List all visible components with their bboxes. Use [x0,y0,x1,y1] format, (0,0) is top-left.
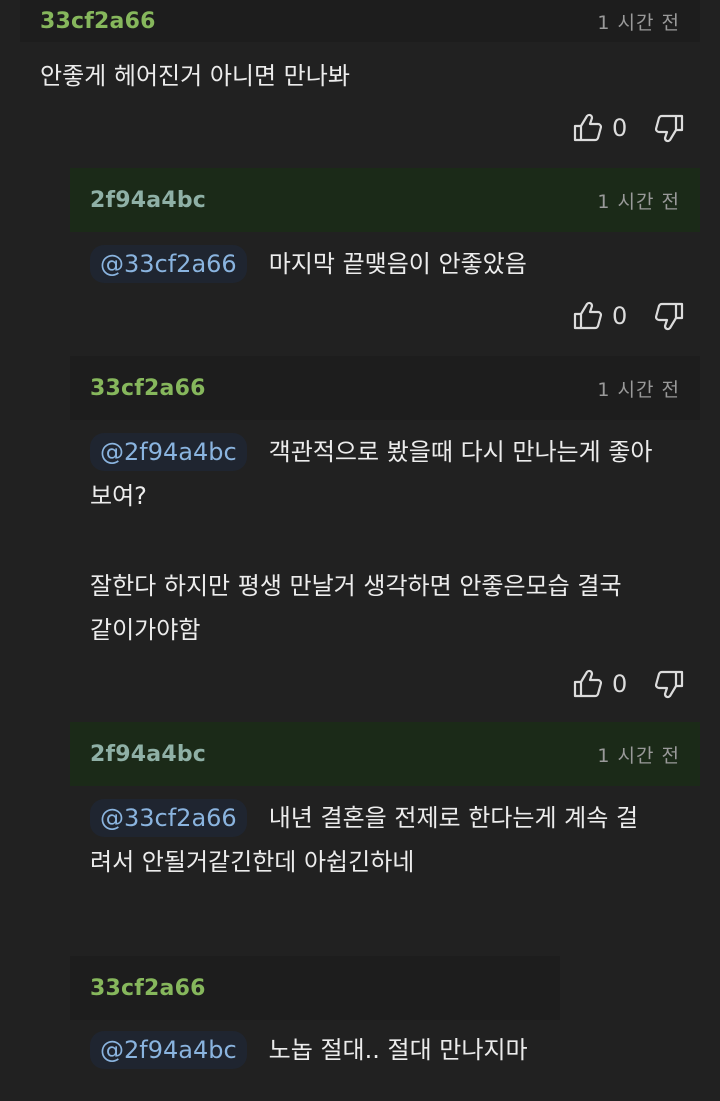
like-count: 0 [612,670,628,698]
mention-tag[interactable]: @33cf2a66 [90,799,247,837]
comment-header: 2f94a4bc 1 시간 전 [70,168,700,232]
comment-time: 1 시간 전 [597,190,680,213]
comment-header: 2f94a4bc 1 시간 전 [70,722,700,786]
comment-body: 노놉 절대.. 절대 만나지마 [268,1036,528,1064]
thumbs-down-icon[interactable] [655,668,685,700]
comment-text-cont: 보여? [90,482,147,510]
comment-text-para2: 잘한다 하지만 평생 만날거 생각하면 안좋은모습 결국 [90,572,622,600]
comment-text-cont: 려서 안될거같긴한데 아쉽긴하네 [90,848,415,876]
thumbs-down-icon[interactable] [655,300,685,332]
vote-bar: 0 [572,300,685,332]
comment-time: 1 시간 전 [597,378,680,401]
thumbs-up-icon[interactable] [572,668,602,700]
comment-author[interactable]: 33cf2a66 [90,976,206,1001]
comment-header: 33cf2a66 [70,956,560,1020]
comment-body: 내년 결혼을 전제로 한다는게 계속 걸 [268,804,639,832]
comment-author[interactable]: 33cf2a66 [90,376,206,401]
thumbs-up-icon[interactable] [572,112,602,144]
comment-author[interactable]: 33cf2a66 [40,9,156,34]
comment-text: @2f94a4bc 객관적으로 봤을때 다시 만나는게 좋아 [90,430,652,474]
like-count: 0 [612,114,628,142]
mention-tag[interactable]: @33cf2a66 [90,245,247,283]
comment-text-para2-cont: 같이가야함 [90,616,201,644]
like-count: 0 [612,302,628,330]
thumbs-up-icon[interactable] [572,300,602,332]
comment-text: @33cf2a66 내년 결혼을 전제로 한다는게 계속 걸 [90,796,638,840]
comment-body: 마지막 끝맺음이 안좋았음 [268,250,527,278]
comment-header: 33cf2a66 1 시간 전 [70,356,700,420]
mention-tag[interactable]: @2f94a4bc [90,433,247,471]
vote-bar: 0 [572,668,685,700]
comment-body: 객관적으로 봤을때 다시 만나는게 좋아 [268,438,653,466]
mention-tag[interactable]: @2f94a4bc [90,1031,247,1069]
comment-header: 33cf2a66 1 시간 전 [20,0,700,42]
comment-time: 1 시간 전 [597,744,680,767]
thumbs-down-icon[interactable] [655,112,685,144]
vote-bar: 0 [572,112,685,144]
comment-author[interactable]: 2f94a4bc [90,742,206,767]
comment-text: 안좋게 헤어진거 아니면 만나봐 [40,62,350,90]
comment-text: @33cf2a66 마지막 끝맺음이 안좋았음 [90,242,527,286]
comment-time: 1 시간 전 [597,11,680,34]
comment-text: @2f94a4bc 노놉 절대.. 절대 만나지마 [90,1028,528,1072]
comment-author[interactable]: 2f94a4bc [90,188,206,213]
